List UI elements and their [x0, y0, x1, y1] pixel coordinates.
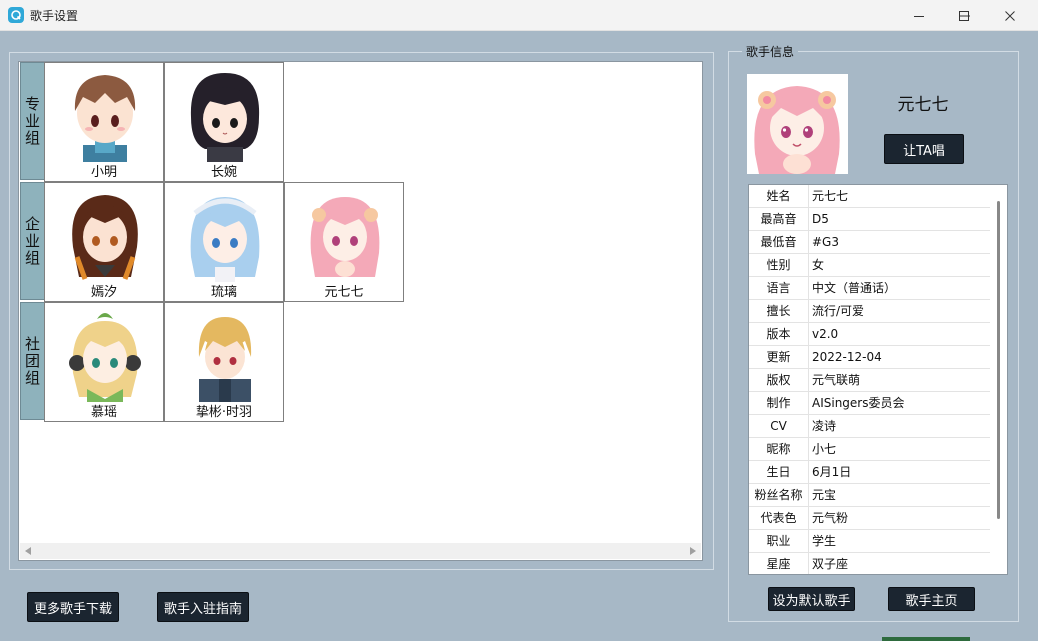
singer-avatar-muyao	[69, 313, 141, 402]
singer-card-zhibin-shiyu[interactable]: 挚彬·时羽	[164, 302, 284, 422]
horizontal-scrollbar[interactable]	[20, 543, 701, 559]
singer-info-table: 姓名 元七七 最高音 D5 最低音 #G3 性别女 语言 中文（普通话） 擅长 流行/可…	[748, 184, 1008, 575]
singer-avatar-yanxi	[72, 195, 138, 280]
table-row: 版权 元气联萌	[749, 369, 991, 392]
group-label-enterprise: 企业组	[20, 182, 45, 300]
table-row: 姓名 元七七	[749, 185, 991, 208]
title-bar: 歌手设置	[0, 0, 1038, 31]
table-row: 更新 2022-12-04	[749, 346, 991, 369]
minimize-button[interactable]	[896, 0, 942, 31]
window-title: 歌手设置	[30, 8, 79, 23]
table-row: 星座 双子座	[749, 553, 991, 574]
singer-join-guide-button[interactable]: 歌手入驻指南	[157, 592, 249, 622]
singer-grid: 专业组 企业组 社团组 小明 长婉 嫣汐 琉璃 元七七 慕瑶 挚彬·时羽	[18, 61, 703, 561]
singer-name-label: 挚彬·时羽	[195, 405, 253, 420]
singer-card-xiaoming[interactable]: 小明	[44, 62, 164, 182]
table-row: 昵称 小七	[749, 438, 991, 461]
group-label-professional: 专业组	[20, 62, 45, 180]
singer-portrait	[747, 74, 848, 174]
table-row: 代表色 元气粉	[749, 507, 991, 530]
singer-homepage-button[interactable]: 歌手主页	[888, 587, 975, 611]
table-row: 性别女	[749, 254, 991, 277]
scroll-right-icon[interactable]	[690, 547, 696, 555]
table-row: 生日 6月1日	[749, 461, 991, 484]
table-row: 制作 AISingers委员会	[749, 392, 991, 415]
singer-name-label: 琉璃	[210, 285, 237, 300]
minimize-icon	[914, 15, 924, 17]
singer-name-label: 嫣汐	[90, 285, 117, 300]
let-sing-button[interactable]: 让TA唱	[884, 134, 964, 164]
table-row: 最低音 #G3	[749, 231, 991, 254]
table-row: CV 凌诗	[749, 415, 991, 438]
singer-card-yuanqiqi[interactable]: 元七七	[284, 182, 404, 302]
app-logo-icon	[8, 7, 24, 23]
singer-card-muyao[interactable]: 慕瑶	[44, 302, 164, 422]
table-row: 版本 v2.0	[749, 323, 991, 346]
singer-avatar-yuanqiqi	[310, 197, 380, 277]
maximize-icon	[959, 10, 969, 21]
singer-name-label: 长婉	[210, 165, 237, 180]
singer-name-label: 元七七	[324, 285, 364, 300]
set-default-singer-button[interactable]: 设为默认歌手	[768, 587, 855, 611]
singer-avatar-xiaoming	[74, 75, 136, 162]
table-row: 职业 学生	[749, 530, 991, 553]
singer-card-liuli[interactable]: 琉璃	[164, 182, 284, 302]
singer-name-label: 慕瑶	[90, 405, 117, 420]
singer-avatar-changwan	[190, 73, 260, 162]
taskbar-indicator	[882, 637, 970, 641]
vertical-scrollbar[interactable]	[990, 185, 1007, 574]
close-icon	[1005, 10, 1015, 21]
singer-card-yanxi[interactable]: 嫣汐	[44, 182, 164, 302]
table-row: 语言 中文（普通话）	[749, 277, 991, 300]
singer-info-legend: 歌手信息	[742, 43, 799, 60]
singer-avatar-zhibin-shiyu	[198, 317, 252, 402]
more-singers-download-button[interactable]: 更多歌手下载	[27, 592, 119, 622]
scroll-left-icon[interactable]	[25, 547, 31, 555]
table-row: 擅长 流行/可爱	[749, 300, 991, 323]
maximize-button[interactable]	[941, 0, 987, 31]
singer-card-changwan[interactable]: 长婉	[164, 62, 284, 182]
close-button[interactable]	[987, 0, 1033, 31]
table-row: 粉丝名称 元宝	[749, 484, 991, 507]
group-label-club: 社团组	[20, 302, 45, 420]
singer-avatar-liuli	[190, 197, 260, 282]
singer-portrait-image	[747, 74, 848, 174]
singer-name-title: 元七七	[897, 95, 949, 115]
table-row: 最高音 D5	[749, 208, 991, 231]
scrollbar-thumb[interactable]	[997, 201, 1000, 519]
singer-name-label: 小明	[90, 165, 117, 180]
